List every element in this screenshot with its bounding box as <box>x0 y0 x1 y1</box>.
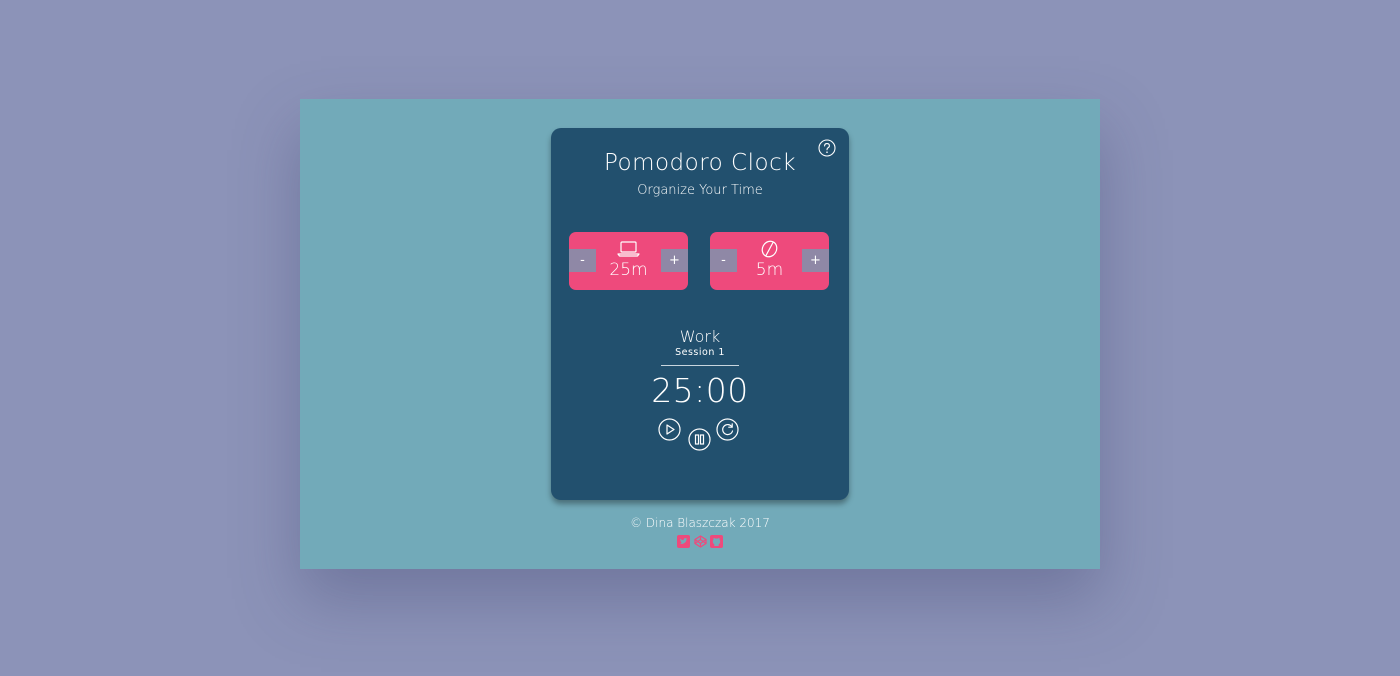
play-icon[interactable] <box>658 418 681 441</box>
laptop-icon <box>617 241 640 257</box>
work-decrease-button[interactable]: - <box>569 249 596 272</box>
timer-display: 25:00 <box>651 371 749 410</box>
work-increase-button[interactable]: + <box>661 249 688 272</box>
app-title: Pomodoro Clock <box>603 150 797 176</box>
coffee-bean-icon <box>761 240 778 258</box>
break-decrease-button[interactable]: - <box>710 249 737 272</box>
session-label: Session 1 <box>675 347 725 358</box>
work-length-value: 25m <box>609 260 648 280</box>
footer-copyright: © Dina Blaszczak 2017 <box>630 516 770 530</box>
break-length-value: 5m <box>755 260 784 280</box>
pomodoro-card: Pomodoro Clock Organize Your Time - 25m … <box>551 128 849 500</box>
break-increase-button[interactable]: + <box>802 249 829 272</box>
work-length-setter: - 25m + <box>569 232 688 290</box>
timer-divider <box>661 365 739 366</box>
github-icon[interactable] <box>710 535 723 548</box>
timer-mode: Work <box>679 327 721 346</box>
break-length-setter: - 5m + <box>710 232 829 290</box>
twitter-icon[interactable] <box>677 535 690 548</box>
pause-icon[interactable] <box>688 428 711 451</box>
social-links <box>677 535 723 549</box>
app-subtitle: Organize Your Time <box>637 183 763 198</box>
app-stage: Pomodoro Clock Organize Your Time - 25m … <box>300 99 1100 569</box>
codepen-icon[interactable] <box>693 535 707 548</box>
reset-icon[interactable] <box>716 418 739 441</box>
